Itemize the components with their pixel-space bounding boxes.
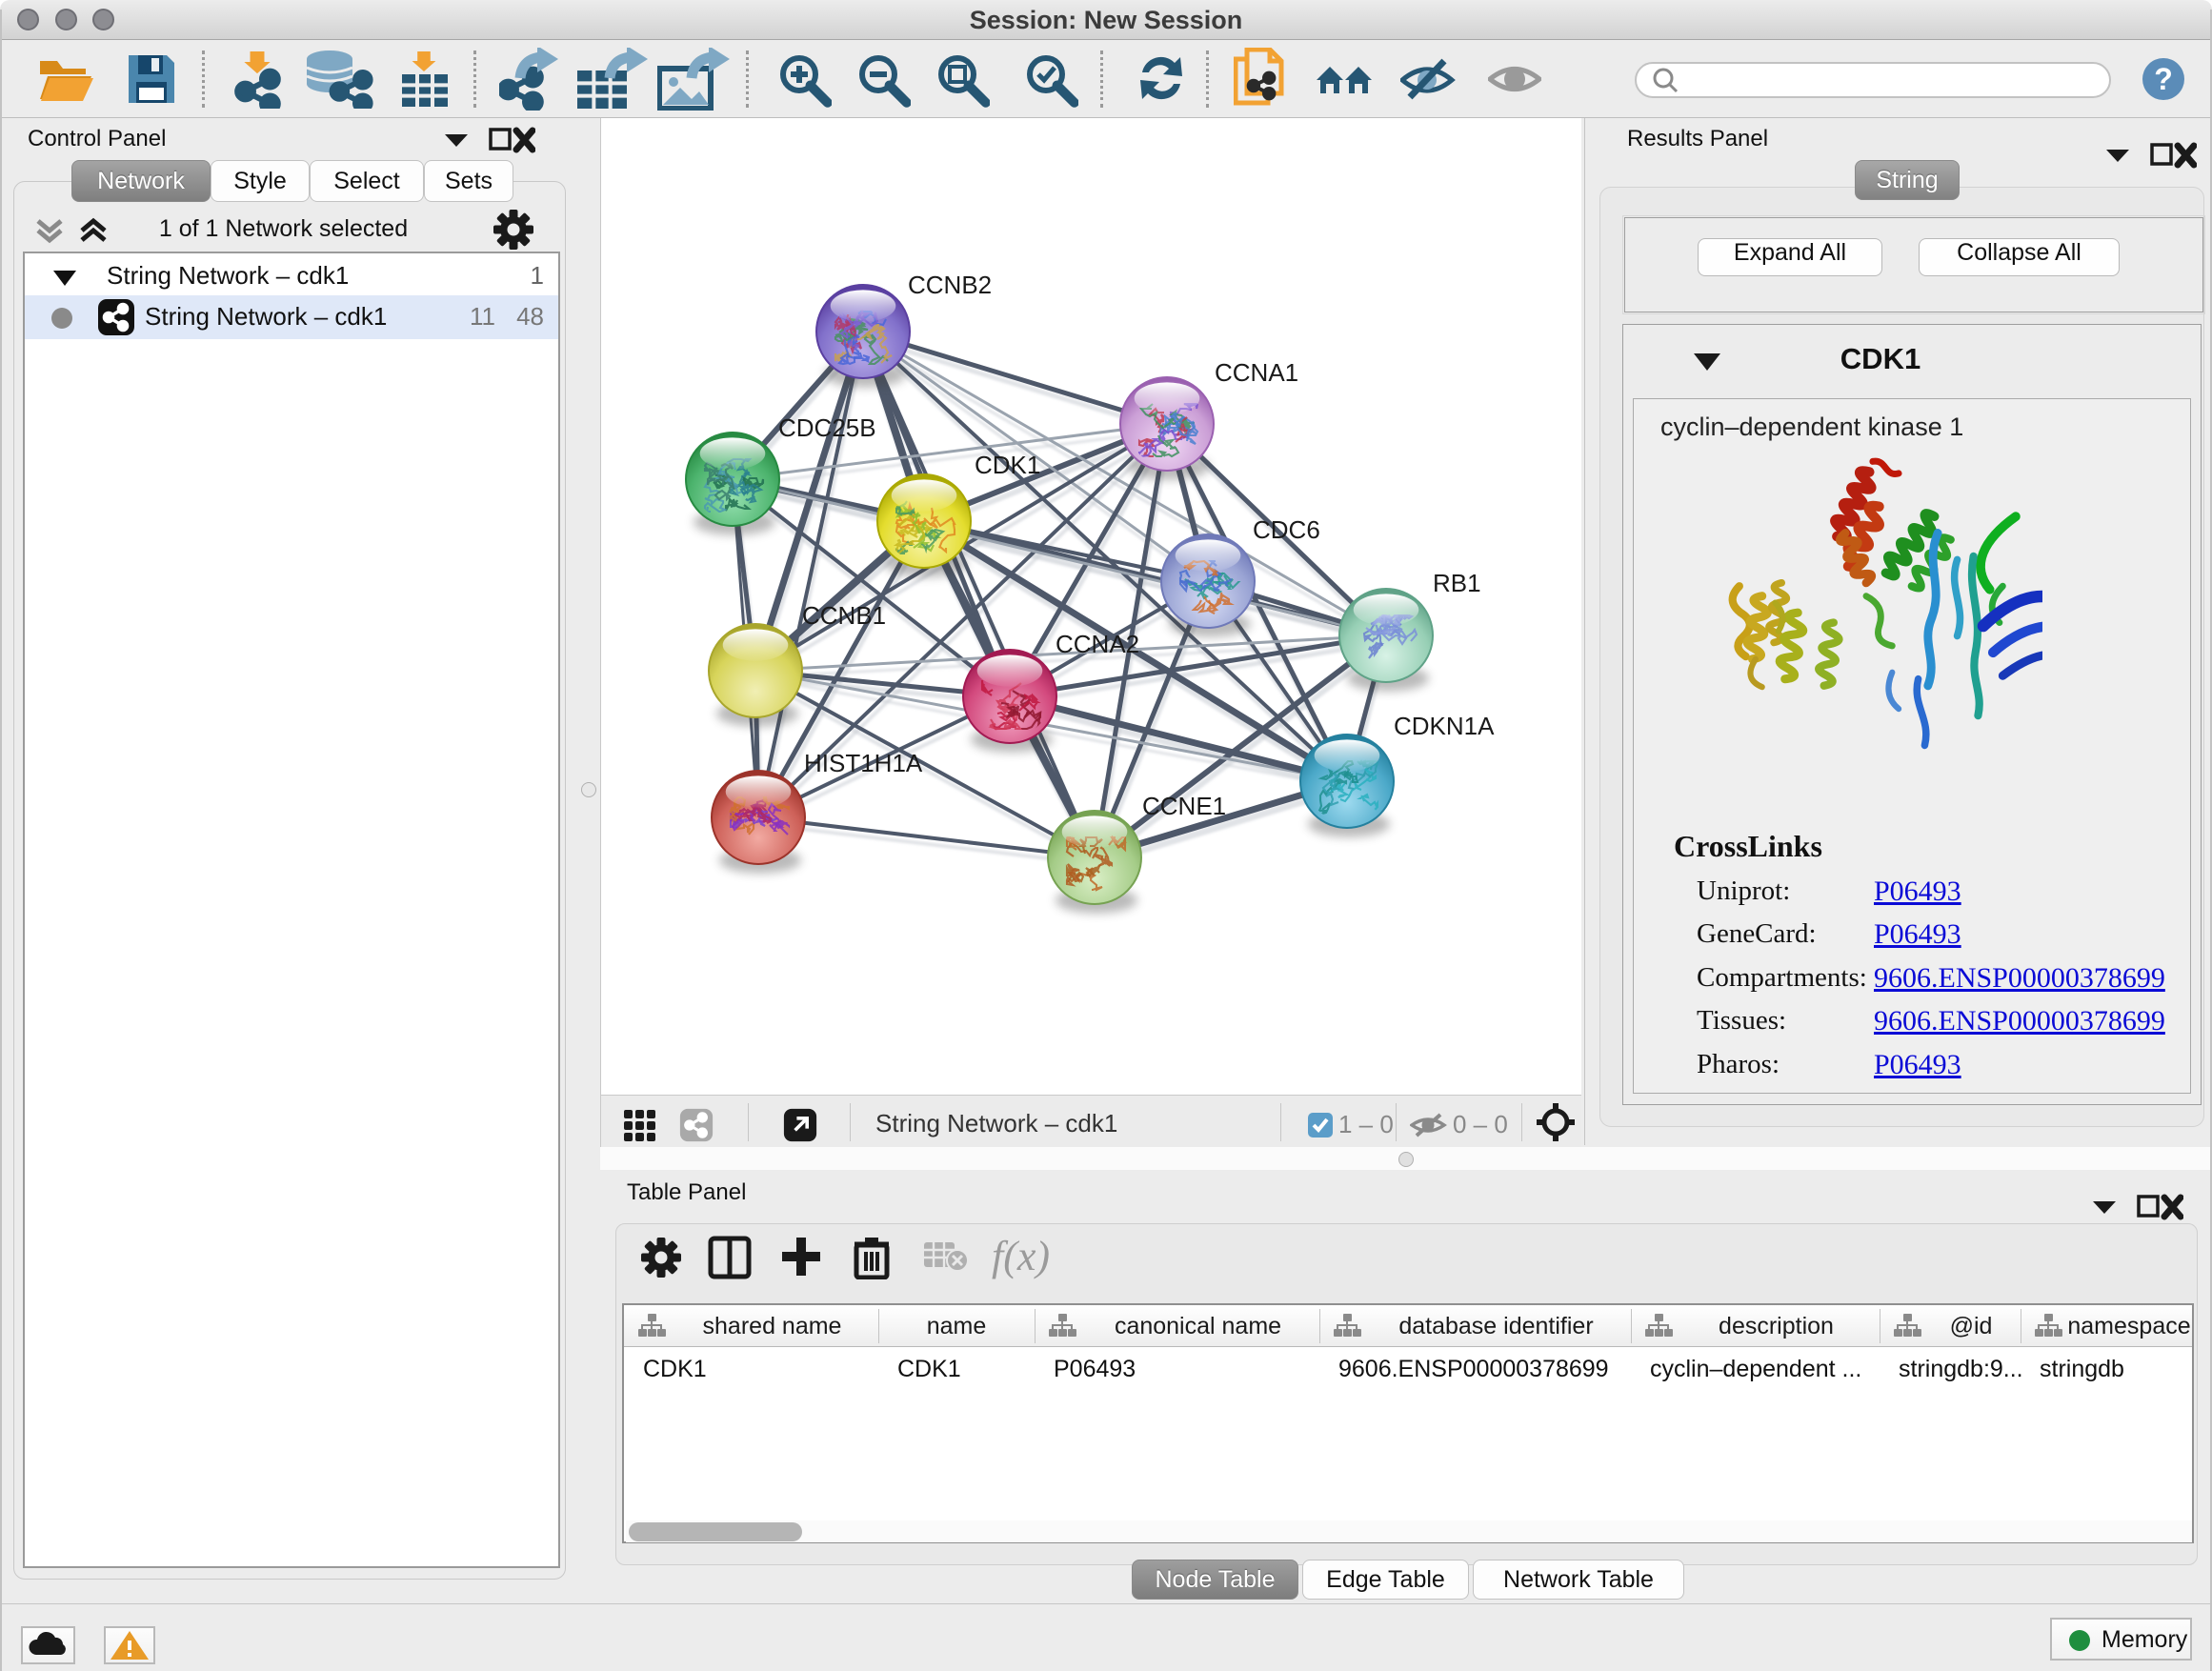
svg-text:CDK1: CDK1 [975,451,1040,479]
svg-text:CDC6: CDC6 [1253,515,1320,544]
svg-text:CCNE1: CCNE1 [1142,792,1226,820]
svg-text:CCNA1: CCNA1 [1215,358,1298,387]
svg-text:RB1: RB1 [1433,569,1481,597]
svg-text:CDKN1A: CDKN1A [1394,712,1495,740]
svg-text:CCNB1: CCNB1 [802,601,886,630]
svg-text:CCNB2: CCNB2 [908,271,992,299]
svg-text:HIST1H1A: HIST1H1A [804,749,923,777]
svg-text:CCNA2: CCNA2 [1056,630,1139,658]
svg-text:CDC25B: CDC25B [778,413,876,442]
